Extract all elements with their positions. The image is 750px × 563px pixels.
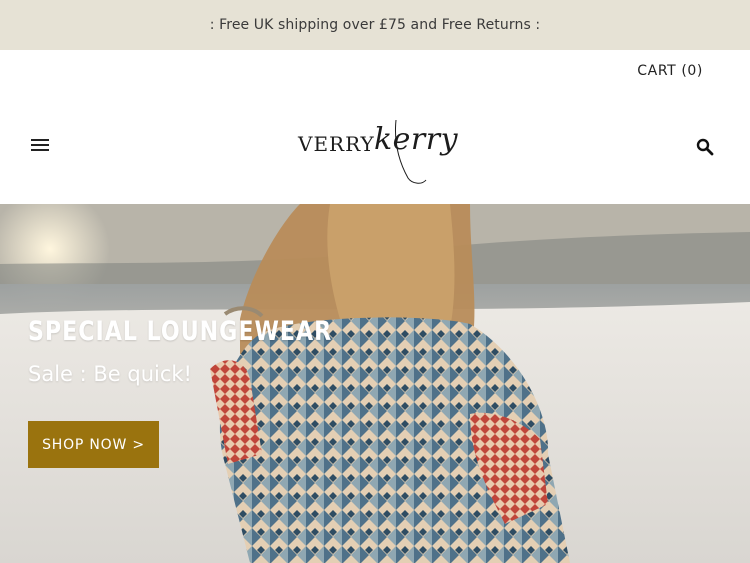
cart-link[interactable]: CART (0) (637, 63, 703, 79)
announcement-bar: : Free UK shipping over £75 and Free Ret… (0, 0, 750, 50)
search-icon[interactable] (696, 138, 714, 156)
hero-subtitle: Sale : Be quick! (28, 362, 192, 386)
site-logo[interactable]: VERRY kerry (298, 110, 458, 188)
hamburger-menu-icon[interactable] (31, 139, 49, 153)
logo-flourish (395, 119, 427, 184)
hero-banner[interactable]: SPECIAL LOUNGEWEAR Sale : Be quick! SHOP… (0, 204, 750, 563)
site-header: CART (0) VERRY kerry (0, 50, 750, 204)
shop-now-button[interactable]: SHOP NOW > (28, 421, 159, 468)
announcement-text: : Free UK shipping over £75 and Free Ret… (209, 17, 541, 33)
hero-title: SPECIAL LOUNGEWEAR (28, 316, 333, 347)
